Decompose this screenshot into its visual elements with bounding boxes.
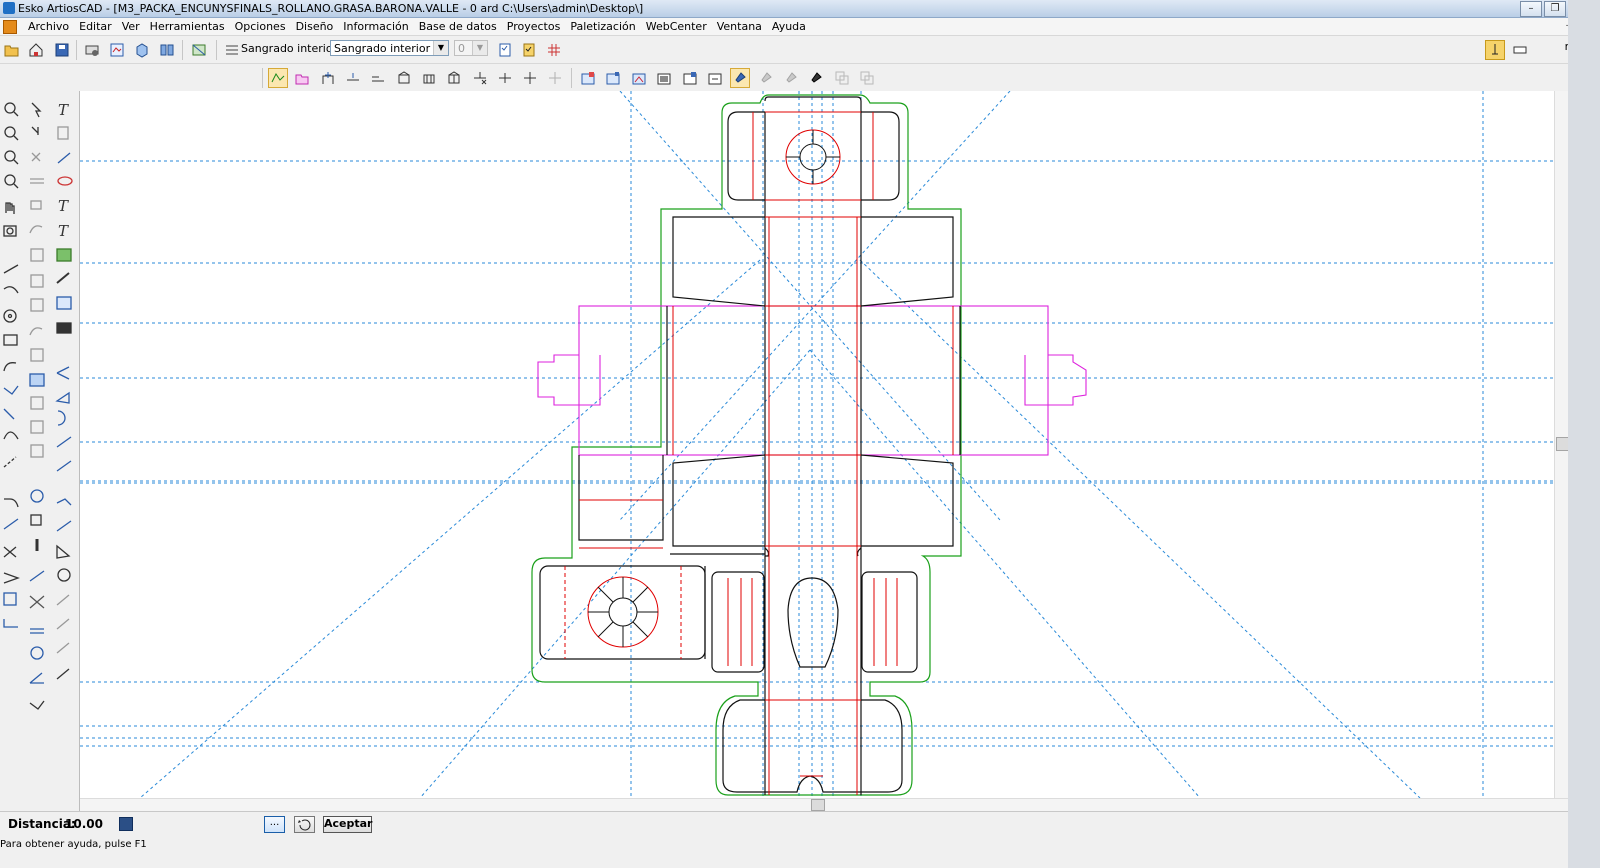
delete-line-icon[interactable]	[470, 68, 490, 88]
desktop-edge	[1568, 0, 1600, 868]
layout-icon[interactable]	[107, 40, 127, 60]
paste-disabled-icon	[857, 68, 877, 88]
ruler-icon[interactable]	[1510, 40, 1530, 60]
design-toolbar	[0, 64, 1600, 90]
bleed-icon[interactable]	[222, 40, 242, 60]
menu-informacion[interactable]: Información	[338, 20, 413, 33]
menu-herramientas[interactable]: Herramientas	[145, 20, 230, 33]
svg-text:T: T	[58, 101, 69, 119]
distance-value[interactable]: 10.00	[65, 817, 103, 831]
more-options-button[interactable]: ...	[264, 816, 285, 833]
box-tool-1-icon[interactable]	[394, 68, 414, 88]
undo-icon[interactable]	[294, 816, 315, 833]
crease-lines	[564, 111, 954, 795]
add-panel-icon[interactable]	[318, 68, 338, 88]
folder-magenta-icon[interactable]	[292, 68, 312, 88]
paint-3-icon[interactable]	[781, 68, 801, 88]
bleed-type-select[interactable]: Sangrado interior ▼	[330, 40, 449, 56]
check-edit-icon[interactable]	[519, 40, 539, 60]
menu-opciones[interactable]: Opciones	[230, 20, 291, 33]
3d-box-icon[interactable]	[132, 40, 152, 60]
menu-bar: Archivo Editar Ver Herramientas Opciones…	[0, 18, 1600, 36]
svg-text:T: T	[58, 197, 69, 215]
paint-active-icon[interactable]	[730, 68, 750, 88]
layer-5-icon[interactable]	[680, 68, 700, 88]
app-icon	[3, 2, 15, 14]
menu-proyectos[interactable]: Proyectos	[502, 20, 566, 33]
horizontal-scrollbar[interactable]	[80, 798, 1568, 811]
title-bar: Esko ArtiosCAD - [M3_PACKA_ENCUNYSFINALS…	[0, 0, 1600, 18]
menu-ver[interactable]: Ver	[117, 20, 145, 33]
stack-icon[interactable]	[157, 40, 177, 60]
left-tool-palette: T T T	[0, 91, 80, 811]
input-status-bar: Distancia: 10.00 ... Aceptar	[0, 811, 1568, 836]
status-bar: Para obtener ayuda, pulse F1	[0, 836, 1568, 868]
calculator-icon[interactable]	[119, 817, 133, 831]
print-settings-icon[interactable]	[82, 40, 102, 60]
window-title: Esko ArtiosCAD - [M3_PACKA_ENCUNYSFINALS…	[18, 2, 644, 15]
symmetry-icon[interactable]	[189, 40, 209, 60]
document-icon[interactable]	[3, 20, 17, 34]
database-home-icon[interactable]	[26, 40, 46, 60]
minimize-button[interactable]: –	[1520, 1, 1542, 17]
bleed-label: Sangrado interior	[241, 42, 338, 55]
menu-ayuda[interactable]: Ayuda	[767, 20, 811, 33]
checklist-icon[interactable]	[495, 40, 515, 60]
select-tool-icon[interactable]	[268, 68, 288, 88]
units-toggle-icon[interactable]	[1485, 40, 1505, 60]
bleed-value-select[interactable]: 0 ▼	[454, 40, 488, 56]
box-tool-3-icon[interactable]	[444, 68, 464, 88]
disabled-line-icon	[545, 68, 565, 88]
dieline-drawing	[80, 91, 1554, 798]
menu-ventana[interactable]: Ventana	[712, 20, 767, 33]
vertical-scrollbar[interactable]	[1554, 91, 1569, 798]
tool-palette-icons: T T T	[3, 101, 73, 710]
layer-4-icon[interactable]	[654, 68, 674, 88]
accept-button[interactable]: Aceptar	[323, 816, 372, 833]
menu-archivo[interactable]: Archivo	[23, 20, 74, 33]
save-icon[interactable]	[52, 40, 72, 60]
menu-editar[interactable]: Editar	[74, 20, 117, 33]
cut-lines	[539, 96, 961, 795]
open-folder-icon[interactable]	[2, 40, 22, 60]
layer-3-icon[interactable]	[629, 68, 649, 88]
help-text: Para obtener ayuda, pulse F1	[0, 839, 147, 850]
paint-2-icon[interactable]	[756, 68, 776, 88]
split-line-icon[interactable]	[343, 68, 363, 88]
circle-detail	[588, 130, 840, 647]
menu-diseno[interactable]: Diseño	[291, 20, 339, 33]
layer-2-icon[interactable]	[603, 68, 623, 88]
svg-text:T: T	[58, 222, 69, 240]
main-toolbar	[0, 36, 1600, 64]
copy-disabled-icon	[832, 68, 852, 88]
menu-paletizacion[interactable]: Paletización	[565, 20, 640, 33]
offset-line-icon[interactable]	[368, 68, 388, 88]
construction-guides	[80, 91, 1554, 798]
cross-line-icon[interactable]	[520, 68, 540, 88]
menu-base-de-datos[interactable]: Base de datos	[414, 20, 502, 33]
menu-webcenter[interactable]: WebCenter	[641, 20, 712, 33]
layer-6-icon[interactable]	[705, 68, 725, 88]
restore-button[interactable]: ❐	[1544, 1, 1566, 17]
layer-1-icon[interactable]	[578, 68, 598, 88]
grid-icon[interactable]	[544, 40, 564, 60]
paint-4-icon[interactable]	[806, 68, 826, 88]
double-line-icon[interactable]	[495, 68, 515, 88]
design-canvas[interactable]	[80, 91, 1554, 798]
box-tool-2-icon[interactable]	[419, 68, 439, 88]
